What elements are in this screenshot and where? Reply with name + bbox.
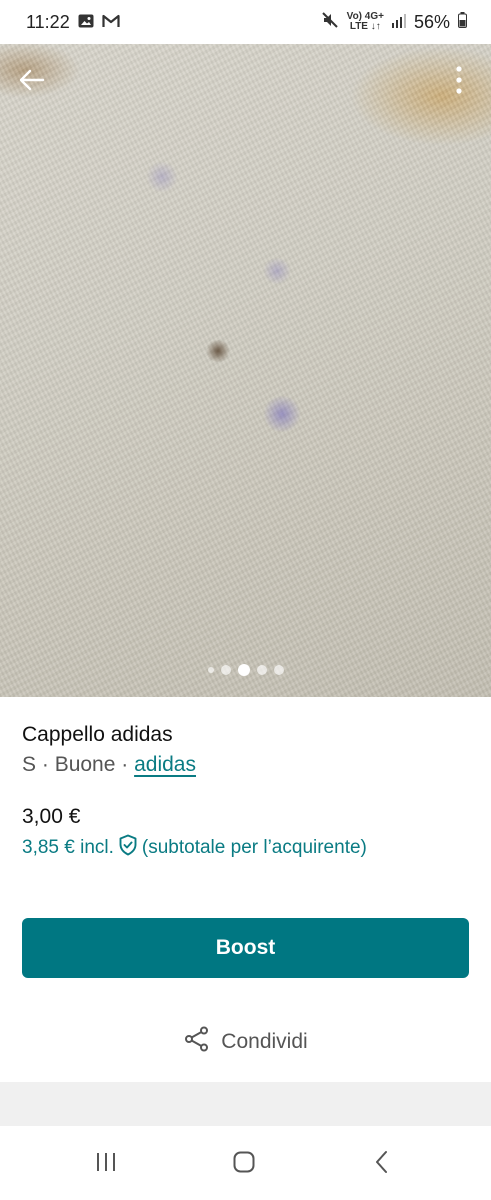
arrow-left-icon <box>19 69 45 96</box>
carousel-dot[interactable] <box>256 665 267 675</box>
battery-icon <box>458 11 467 33</box>
recent-apps-button[interactable] <box>86 1146 126 1182</box>
carousel-dot[interactable] <box>220 665 231 675</box>
meta-separator: · <box>115 753 135 776</box>
recents-icon <box>95 1151 117 1178</box>
photo-stain <box>205 340 231 362</box>
status-time: 11:22 <box>26 11 70 32</box>
carousel-dot[interactable] <box>273 665 284 675</box>
shield-check-icon <box>118 834 138 862</box>
share-label: Condividi <box>221 1030 308 1053</box>
photo-ink-mark <box>262 396 302 432</box>
network-bottom-label: LTE ↓↑ <box>349 21 381 32</box>
boost-button[interactable]: Boost <box>22 918 469 978</box>
meta-separator: · <box>36 753 55 776</box>
item-title: Cappello adidas <box>22 723 173 746</box>
status-right: Vo) 4G+ LTE ↓↑ 56% <box>321 0 467 44</box>
more-vertical-icon <box>456 65 462 100</box>
network-indicator: Vo) 4G+ LTE ↓↑ <box>347 12 384 32</box>
section-divider <box>0 1082 491 1126</box>
home-button[interactable] <box>224 1146 264 1182</box>
home-icon <box>232 1150 256 1179</box>
status-bar: 11:22 Vo) 4G+ LTE ↓↑ 56% <box>0 0 491 44</box>
more-options-button[interactable] <box>445 64 473 100</box>
subtotal-note: (subtotale per l’acquirente) <box>141 837 367 858</box>
item-meta: S · Buone · adidas <box>22 753 196 777</box>
carousel-dot-active[interactable] <box>237 664 250 676</box>
back-button[interactable] <box>14 64 50 100</box>
item-price: 3,00 € <box>22 805 81 828</box>
buyer-total[interactable]: 3,85 € incl. (subtotale per l’acquirente… <box>22 834 367 862</box>
system-navigation-bar <box>0 1126 491 1200</box>
item-photo[interactable] <box>0 44 491 697</box>
system-back-button[interactable] <box>362 1146 402 1182</box>
gmail-icon <box>102 12 120 33</box>
signal-icon <box>391 12 406 33</box>
item-size: S <box>22 753 37 776</box>
chevron-left-icon <box>374 1150 390 1179</box>
share-button[interactable]: Condividi <box>0 1020 491 1064</box>
carousel-dot[interactable] <box>207 667 214 673</box>
item-condition: Buone <box>54 753 116 776</box>
battery-percentage: 56% <box>413 11 450 32</box>
mute-icon <box>321 11 339 34</box>
brand-link[interactable]: adidas <box>134 753 196 776</box>
photo-ink-mark <box>262 258 292 284</box>
price-incl: 3,85 € incl. <box>22 837 114 858</box>
photo-ink-mark <box>145 162 179 192</box>
gallery-icon <box>78 12 94 33</box>
share-icon <box>183 1025 211 1059</box>
carousel-indicator <box>0 663 491 677</box>
status-left: 11:22 <box>26 0 120 44</box>
